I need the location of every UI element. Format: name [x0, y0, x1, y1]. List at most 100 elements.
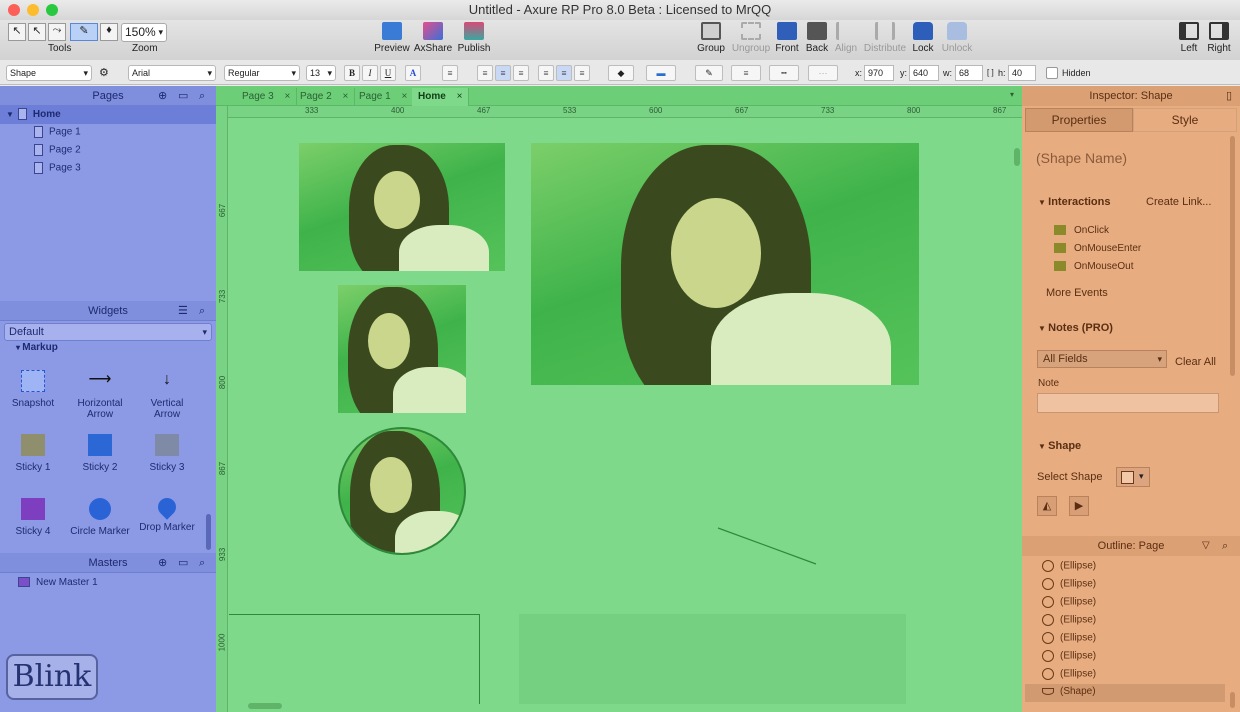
image-widget[interactable]	[338, 285, 466, 413]
bold-button[interactable]: B	[344, 65, 360, 81]
widget-snapshot[interactable]: Snapshot	[3, 370, 63, 409]
outline-item[interactable]: (Ellipse)	[1042, 578, 1096, 590]
close-icon[interactable]: ×	[457, 91, 463, 102]
close-icon[interactable]: ×	[342, 91, 348, 102]
zoom-window-button[interactable]	[46, 4, 58, 16]
outline-item[interactable]: (Ellipse)	[1042, 650, 1096, 662]
note-icon[interactable]: ▯	[1226, 86, 1232, 106]
fill-color-icon[interactable]: ◆	[608, 65, 634, 81]
search-icon[interactable]: ⌕	[199, 553, 205, 573]
tab-page-2[interactable]: Page 2 ×	[294, 88, 356, 106]
tab-page-1[interactable]: Page 1 ×	[353, 88, 415, 106]
add-master-icon[interactable]: ⊕	[158, 553, 167, 573]
widget-horizontal-arrow[interactable]: ⟶ Horizontal Arrow	[70, 370, 130, 420]
font-size-select[interactable]: 13	[306, 65, 336, 81]
expand-icon[interactable]: ▼	[6, 110, 14, 119]
search-icon[interactable]: ⌕	[1222, 536, 1228, 556]
create-link[interactable]: Create Link...	[1146, 196, 1211, 208]
minimize-window-button[interactable]	[27, 4, 39, 16]
widget-sticky-4[interactable]: Sticky 4	[3, 498, 63, 537]
tab-home[interactable]: Home ×	[412, 88, 470, 106]
tab-properties[interactable]: Properties	[1025, 108, 1133, 132]
align-bottom-icon[interactable]: ≡	[574, 65, 590, 81]
tab-style[interactable]: Style	[1133, 108, 1237, 132]
style-manager-icon[interactable]: ⚙	[99, 66, 109, 79]
line-shape[interactable]	[716, 526, 818, 566]
align-top-icon[interactable]: ≡	[538, 65, 554, 81]
align-middle-icon[interactable]: ≡	[556, 65, 572, 81]
line-color-icon[interactable]: ✎	[695, 65, 723, 81]
y-input[interactable]: 640	[909, 65, 939, 81]
shadow-icon[interactable]: ▬	[646, 65, 676, 81]
align-center-icon[interactable]: ≡	[495, 65, 511, 81]
widget-sticky-1[interactable]: Sticky 1	[3, 434, 63, 473]
widget-sticky-2[interactable]: Sticky 2	[70, 434, 130, 473]
hidden-checkbox[interactable]	[1046, 67, 1058, 79]
circle-image-widget[interactable]	[338, 427, 466, 555]
shape-section[interactable]: ▼ Shape	[1038, 440, 1081, 452]
unlock-button[interactable]: Unlock	[936, 22, 978, 54]
line-width-icon[interactable]: ≡	[731, 65, 761, 81]
bullet-list-icon[interactable]: ≡	[442, 65, 458, 81]
outline-item[interactable]: (Ellipse)	[1042, 596, 1096, 608]
w-input[interactable]: 68	[955, 65, 983, 81]
select-tool-icon[interactable]: ↖	[8, 23, 26, 41]
select-shape-dropdown[interactable]: ▾	[1116, 467, 1150, 487]
add-folder-icon[interactable]: ▭	[178, 553, 188, 573]
outline-item[interactable]: (Ellipse)	[1042, 560, 1096, 572]
clear-all-button[interactable]: Clear All	[1175, 356, 1216, 368]
note-textarea[interactable]	[1037, 393, 1219, 413]
arrow-style-icon[interactable]: ⋯	[808, 65, 838, 81]
event-onmouseenter[interactable]: OnMouseEnter	[1054, 243, 1141, 254]
h-input[interactable]: 40	[1008, 65, 1036, 81]
font-weight-select[interactable]: Regular	[224, 65, 300, 81]
widget-group-markup[interactable]: ▾ Markup	[16, 342, 58, 353]
close-icon[interactable]: ×	[401, 91, 407, 102]
contained-select-icon[interactable]: ↖	[28, 23, 46, 41]
close-icon[interactable]: ×	[284, 91, 290, 102]
inspector-scrollbar[interactable]	[1230, 136, 1235, 376]
widget-drop-marker[interactable]: Drop Marker	[137, 494, 197, 533]
widget-circle-marker[interactable]: Circle Marker	[70, 498, 130, 537]
search-icon[interactable]: ⌕	[199, 86, 205, 106]
group-button[interactable]: Group	[690, 22, 732, 54]
format-painter-icon[interactable]: ♦	[100, 23, 118, 41]
lock-ratio-icon[interactable]: [ ]	[987, 68, 994, 77]
search-icon[interactable]: ⌕	[199, 301, 205, 321]
outline-scrollbar[interactable]	[1230, 692, 1235, 708]
right-panel-toggle[interactable]: Right	[1198, 22, 1240, 54]
more-events-link[interactable]: More Events	[1046, 287, 1108, 299]
align-right-icon[interactable]: ≡	[513, 65, 529, 81]
outline-item[interactable]: (Ellipse)	[1042, 632, 1096, 644]
preview-button[interactable]: Preview	[371, 22, 413, 54]
font-color-icon[interactable]: A	[405, 65, 421, 81]
canvas-vertical-scrollbar[interactable]	[1014, 148, 1020, 166]
axshare-button[interactable]: AxShare	[412, 22, 454, 54]
canvas-scrollbar[interactable]	[248, 703, 282, 709]
align-left-icon[interactable]: ≡	[477, 65, 493, 81]
event-onclick[interactable]: OnClick	[1054, 225, 1109, 236]
master-item[interactable]: New Master 1	[18, 577, 98, 588]
align-button[interactable]: Align	[825, 22, 867, 54]
page-tree-item[interactable]: Page 1	[34, 126, 81, 138]
page-tree-item[interactable]: Page 3	[34, 162, 81, 174]
pen-tool-icon[interactable]: ✎	[70, 23, 98, 41]
outline-item[interactable]: (Ellipse)	[1042, 614, 1096, 626]
outline-item[interactable]: (Shape)	[1042, 686, 1096, 697]
add-page-icon[interactable]: ⊕	[158, 86, 167, 106]
close-window-button[interactable]	[8, 4, 20, 16]
notes-filter-select[interactable]: All Fields ▾	[1037, 350, 1167, 368]
widget-vertical-arrow[interactable]: ↓ Vertical Arrow	[137, 370, 197, 420]
interactions-section[interactable]: ▼ Interactions	[1038, 196, 1111, 208]
tabs-menu-icon[interactable]: ▾	[1010, 90, 1014, 99]
flip-vertical-icon[interactable]: ▶	[1069, 496, 1089, 516]
flip-horizontal-icon[interactable]: ◭	[1037, 496, 1057, 516]
event-onmouseout[interactable]: OnMouseOut	[1054, 261, 1133, 272]
large-image-widget[interactable]	[531, 143, 919, 385]
image-widget[interactable]	[299, 143, 505, 271]
notes-section[interactable]: ▼ Notes (PRO)	[1038, 322, 1113, 334]
page-tree-item[interactable]: Page 2	[34, 144, 81, 156]
zoom-select[interactable]: 150% ▾	[121, 23, 167, 42]
menu-icon[interactable]: ☰	[178, 301, 188, 321]
connector-tool-icon[interactable]: ⤳	[48, 23, 66, 41]
